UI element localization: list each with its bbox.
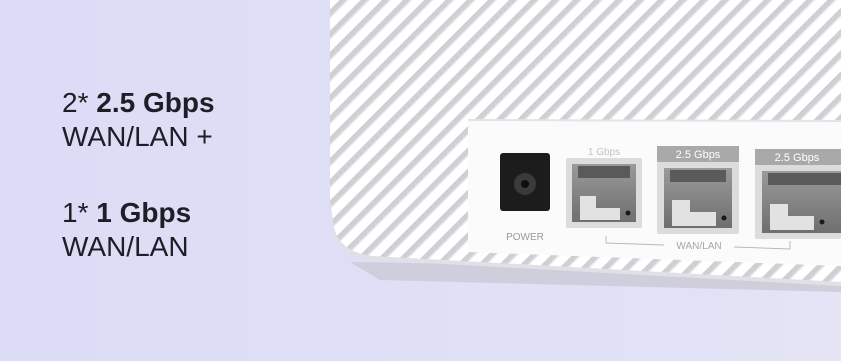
port-3-label: 2.5 Gbps: [775, 152, 820, 164]
port-1-label: 1 Gbps: [588, 147, 620, 158]
router-device-image: POWER 1 Gbps 2.5 Gbps 2.5 Gbps WAN/LAN: [330, 0, 841, 292]
product-feature-banner: 2* 2.5 Gbps WAN/LAN + 1* 1 Gbps WAN/LAN: [0, 0, 841, 361]
port-2-label: 2.5 Gbps: [676, 149, 721, 161]
power-label: POWER: [506, 232, 544, 243]
ethernet-port-2: 2.5 Gbps: [657, 146, 739, 234]
power-port: [500, 153, 550, 211]
ethernet-port-1: 1 Gbps: [566, 147, 642, 228]
wan-lan-group-label: WAN/LAN: [676, 241, 721, 252]
ethernet-port-3: 2.5 Gbps: [755, 149, 841, 239]
